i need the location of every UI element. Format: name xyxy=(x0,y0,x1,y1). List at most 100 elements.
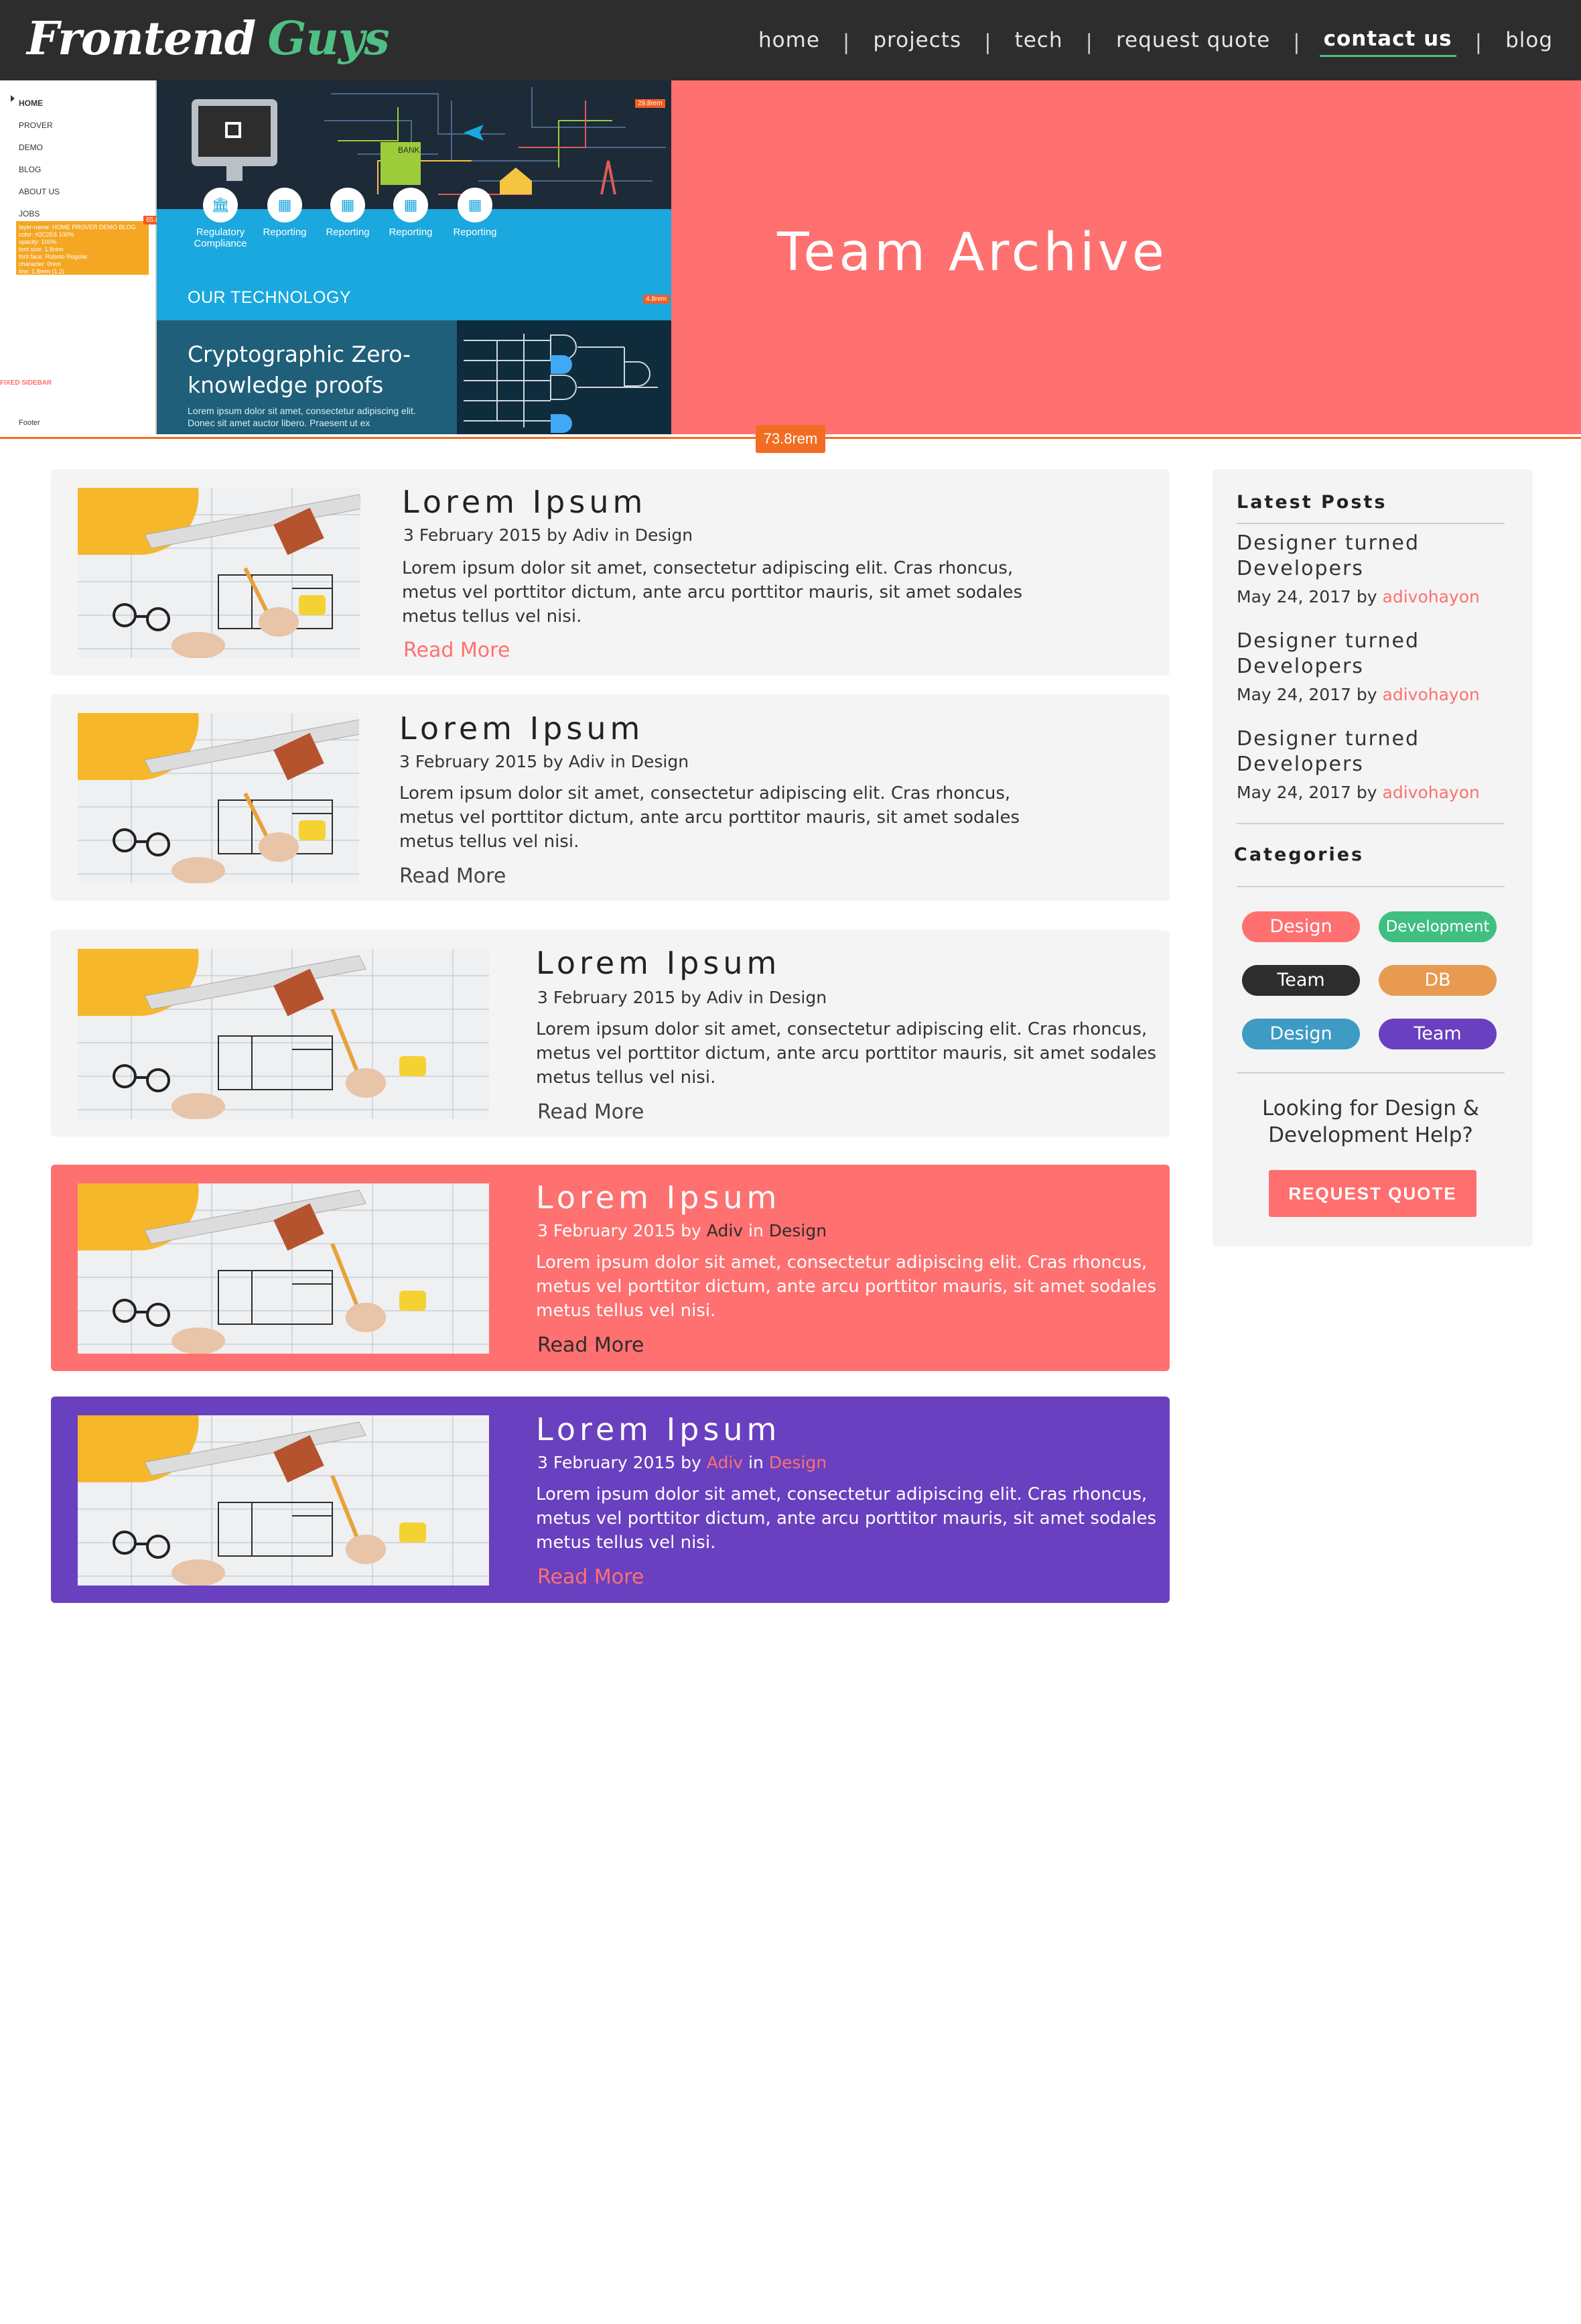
divider xyxy=(1237,823,1505,824)
site-logo[interactable]: Frontend Guys xyxy=(27,12,390,66)
post-excerpt: Lorem ipsum dolor sit amet, consectetur … xyxy=(536,1019,1157,1088)
preview-menu-item: BLOG xyxy=(19,165,42,174)
footer-label: Footer xyxy=(19,419,40,427)
spec-line: line: 1.8rem (1.2) xyxy=(19,268,65,275)
spec-line: font face: Roboto Regular xyxy=(19,253,88,260)
sidebar: Latest Posts Designer turned Developers … xyxy=(1213,469,1533,1246)
post-date: 3 February 2015 xyxy=(399,752,538,771)
nav-contact-us[interactable]: contact us xyxy=(1319,27,1456,57)
post-thumbnail[interactable] xyxy=(78,949,489,1119)
latest-post-author[interactable]: adivohayon xyxy=(1383,587,1480,606)
read-more-link[interactable]: Read More xyxy=(537,1100,644,1124)
divider xyxy=(1237,523,1505,524)
post-author[interactable]: Adiv xyxy=(573,525,609,545)
category-pill-design[interactable]: Design xyxy=(1242,1019,1360,1049)
report-label: Reporting xyxy=(389,227,433,238)
latest-post-author[interactable]: adivohayon xyxy=(1383,783,1480,802)
bank-icon: 🏛 xyxy=(203,188,238,222)
post-category[interactable]: Design xyxy=(769,988,827,1007)
nav-home[interactable]: home xyxy=(754,28,824,56)
post-title[interactable]: Lorem Ipsum xyxy=(536,945,780,981)
post-title[interactable]: Lorem Ipsum xyxy=(402,484,646,520)
crypto-title: Cryptographic Zero-knowledge proofs xyxy=(188,341,411,398)
chart-icon: ▦ xyxy=(458,188,492,222)
site-header: Frontend Guys home | projects | tech | re… xyxy=(0,0,1581,80)
nav-projects[interactable]: projects xyxy=(869,28,965,56)
blueprint-image xyxy=(78,1183,489,1354)
post-author[interactable]: Adiv xyxy=(569,752,605,771)
categories-heading: Categories xyxy=(1234,844,1365,865)
post-title[interactable]: Lorem Ipsum xyxy=(399,710,644,747)
latest-post-by: by xyxy=(1356,587,1377,606)
read-more-link[interactable]: Read More xyxy=(399,864,506,888)
post-card: Lorem Ipsum 3 February 2015 by Adiv in D… xyxy=(51,694,1170,901)
category-pill-development[interactable]: Development xyxy=(1379,911,1497,942)
antenna-icon xyxy=(600,160,616,195)
post-category[interactable]: Design xyxy=(635,525,693,545)
report-label: Reporting xyxy=(453,227,497,238)
spec-line: opacity: 100% xyxy=(19,239,57,245)
post-thumbnail[interactable] xyxy=(78,713,359,883)
building-label: BANK xyxy=(398,145,420,155)
read-more-link[interactable]: Read More xyxy=(537,1334,644,1357)
logo-word-1: Frontend xyxy=(27,12,256,66)
post-thumbnail[interactable] xyxy=(78,1183,489,1354)
preview-menu-item: ABOUT US xyxy=(19,187,60,196)
post-category[interactable]: Design xyxy=(769,1453,827,1472)
spec-line: character: 0rem xyxy=(19,261,62,267)
nav-separator: | xyxy=(984,29,992,54)
category-pill-design[interactable]: Design xyxy=(1242,911,1360,942)
chart-icon: ▦ xyxy=(267,188,302,222)
post-category[interactable]: Design xyxy=(631,752,689,771)
post-meta: 3 February 2015 by Adiv in Design xyxy=(537,1453,827,1472)
category-pill-db[interactable]: DB xyxy=(1379,965,1497,996)
post-author[interactable]: Adiv xyxy=(707,1453,743,1472)
post-thumbnail[interactable] xyxy=(78,488,360,658)
hero-preview-mockup: BANK 29.8rem 4.8rem 🏛 Regulatory Complia… xyxy=(157,80,671,434)
latest-post-by: by xyxy=(1356,685,1377,704)
category-pill-team[interactable]: Team xyxy=(1242,965,1360,996)
latest-posts-heading: Latest Posts xyxy=(1237,492,1387,513)
latest-post-meta: May 24, 2017 by adivohayon xyxy=(1237,685,1480,704)
post-title[interactable]: Lorem Ipsum xyxy=(536,1411,780,1447)
latest-post-meta: May 24, 2017 by adivohayon xyxy=(1237,587,1480,606)
our-technology-label: OUR TECHNOLOGY xyxy=(188,288,352,307)
latest-post-title[interactable]: Designer turned Developers xyxy=(1237,531,1505,582)
post-title[interactable]: Lorem Ipsum xyxy=(536,1179,780,1216)
fixed-sidebar-label: FIXED SIDEBAR xyxy=(0,379,52,387)
post-card: Lorem Ipsum 3 February 2015 by Adiv in D… xyxy=(51,469,1170,675)
post-category[interactable]: Design xyxy=(769,1221,827,1240)
read-more-link[interactable]: Read More xyxy=(537,1565,644,1589)
divider xyxy=(1237,1072,1505,1074)
post-by: by xyxy=(681,1453,701,1472)
report-label: Regulatory Compliance xyxy=(194,227,247,249)
read-more-link[interactable]: Read More xyxy=(403,639,510,662)
preview-menu: HOME PROVER DEMO BLOG ABOUT US JOBS xyxy=(19,92,60,225)
post-date: 3 February 2015 xyxy=(537,1453,676,1472)
post-author[interactable]: Adiv xyxy=(707,1221,743,1240)
latest-post-title[interactable]: Designer turned Developers xyxy=(1237,629,1505,680)
post-by: by xyxy=(681,1221,701,1240)
blueprint-image xyxy=(78,1415,489,1586)
nav-request-quote[interactable]: request quote xyxy=(1112,28,1274,56)
nav-tech[interactable]: tech xyxy=(1011,28,1067,56)
post-meta: 3 February 2015 by Adiv in Design xyxy=(537,988,827,1007)
logic-gates-graphic xyxy=(464,334,658,433)
post-in: in xyxy=(748,1453,764,1472)
latest-post-author[interactable]: adivohayon xyxy=(1383,685,1480,704)
main-nav: home | projects | tech | request quote |… xyxy=(754,27,1557,57)
crypto-text: Lorem ipsum dolor sit amet, consectetur … xyxy=(188,405,416,428)
post-thumbnail[interactable] xyxy=(78,1415,489,1586)
latest-post-title[interactable]: Designer turned Developers xyxy=(1237,726,1505,777)
post-meta: 3 February 2015 by Adiv in Design xyxy=(537,1221,827,1240)
post-author[interactable]: Adiv xyxy=(707,988,743,1007)
nav-separator: | xyxy=(1085,29,1093,54)
post-excerpt: Lorem ipsum dolor sit amet, consectetur … xyxy=(536,1484,1157,1553)
nav-blog[interactable]: blog xyxy=(1501,28,1557,56)
request-quote-button[interactable]: REQUEST QUOTE xyxy=(1269,1170,1476,1217)
chart-icon: ▦ xyxy=(393,188,428,222)
caret-right-icon xyxy=(11,95,15,102)
category-pill-team[interactable]: Team xyxy=(1379,1019,1497,1049)
post-date: 3 February 2015 xyxy=(537,1221,676,1240)
post-in: in xyxy=(610,752,626,771)
